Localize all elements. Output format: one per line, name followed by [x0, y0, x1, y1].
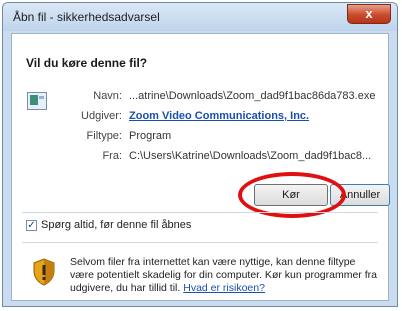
security-shield-icon — [33, 258, 55, 286]
file-type-value: Program — [129, 130, 172, 142]
file-type-label: Filtype: — [86, 130, 122, 142]
title-bar[interactable]: Åbn fil - sikkerhedsadvarsel x — [3, 3, 397, 31]
divider — [22, 212, 378, 213]
file-name-label: Navn: — [93, 90, 122, 102]
publisher-label: Udgiver: — [81, 110, 122, 122]
risk-help-link[interactable]: Hvad er risikoen? — [183, 282, 265, 294]
file-name-value: ...atrine\Downloads\Zoom_dad9f1bac86da78… — [129, 90, 376, 102]
checkmark-icon: ✓ — [27, 220, 36, 231]
file-source-value: C:\Users\Katrine\Downloads\Zoom_dad9f1ba… — [129, 150, 372, 162]
always-ask-checkbox[interactable]: ✓ — [26, 220, 37, 231]
cancel-button[interactable]: Annuller — [330, 184, 390, 206]
window-title: Åbn fil - sikkerhedsadvarsel — [13, 10, 160, 24]
dialog-question: Vil du køre denne fil? — [26, 56, 148, 70]
run-button[interactable]: Kør — [254, 184, 328, 206]
dialog-content: Vil du køre denne fil? Navn: ...atrine\D… — [11, 33, 390, 301]
file-source-label: Fra: — [102, 150, 122, 162]
security-warning-dialog: Åbn fil - sikkerhedsadvarsel x Vil du kø… — [2, 2, 398, 307]
close-button[interactable]: x — [347, 4, 391, 24]
publisher-link[interactable]: Zoom Video Communications, Inc. — [129, 110, 309, 122]
warning-message: Selvom filer fra internettet kan være ny… — [70, 256, 382, 295]
divider — [22, 242, 378, 243]
always-ask-label[interactable]: Spørg altid, før denne fil åbnes — [41, 219, 191, 231]
